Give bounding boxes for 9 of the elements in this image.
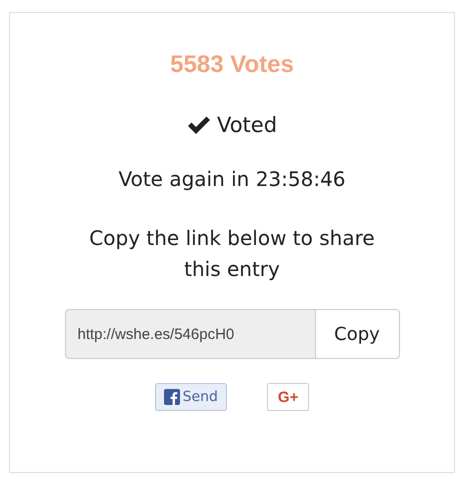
google-plus-button[interactable]: G+: [266, 383, 310, 411]
voted-label: Voted: [216, 113, 278, 137]
facebook-send-button[interactable]: Send: [154, 383, 227, 411]
share-prompt: Copy the link below to share this entry: [88, 225, 376, 283]
vote-count: 5583 Votes: [170, 51, 294, 79]
countdown-text: Vote again in 23:58:46: [118, 167, 346, 191]
link-field[interactable]: http://wshe.es/546pcH0: [64, 309, 314, 359]
facebook-icon: [164, 389, 180, 405]
copy-button[interactable]: Copy: [314, 309, 400, 359]
